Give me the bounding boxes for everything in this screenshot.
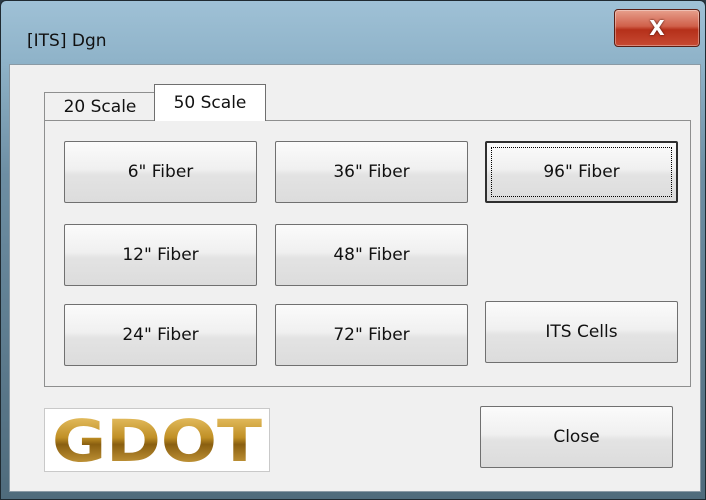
dialog-window: [ITS] Dgn X 20 Scale 50 Scale 6" Fiber 3… — [0, 0, 706, 500]
tab-20-scale[interactable]: 20 Scale — [44, 92, 156, 120]
tab-20-scale-label: 20 Scale — [63, 96, 137, 117]
fiber-12-button[interactable]: 12" Fiber — [64, 224, 257, 286]
fiber-24-button[interactable]: 24" Fiber — [64, 304, 257, 366]
tab-panel-50-scale: 6" Fiber 36" Fiber 96" Fiber 12" Fiber 4… — [44, 120, 691, 387]
gdot-logo-graphic: GDOT — [52, 409, 262, 471]
title-bar[interactable]: [ITS] Dgn X — [1, 1, 705, 63]
gdot-logo-text: GDOT — [52, 409, 262, 471]
close-button[interactable]: Close — [480, 406, 673, 468]
fiber-6-button[interactable]: 6" Fiber — [64, 141, 257, 203]
fiber-96-button[interactable]: 96" Fiber — [485, 141, 678, 203]
fiber-36-button[interactable]: 36" Fiber — [275, 141, 468, 203]
close-x-icon: X — [649, 16, 665, 40]
gdot-logo: GDOT — [44, 408, 270, 472]
its-cells-button[interactable]: ITS Cells — [485, 301, 678, 363]
window-close-button[interactable]: X — [614, 9, 700, 47]
window-title: [ITS] Dgn — [27, 31, 107, 51]
dialog-client-area: 20 Scale 50 Scale 6" Fiber 36" Fiber 96"… — [9, 64, 701, 492]
fiber-72-button[interactable]: 72" Fiber — [275, 304, 468, 366]
tab-50-scale-label: 50 Scale — [173, 93, 247, 113]
fiber-48-button[interactable]: 48" Fiber — [275, 224, 468, 286]
tab-50-scale[interactable]: 50 Scale — [154, 84, 266, 121]
